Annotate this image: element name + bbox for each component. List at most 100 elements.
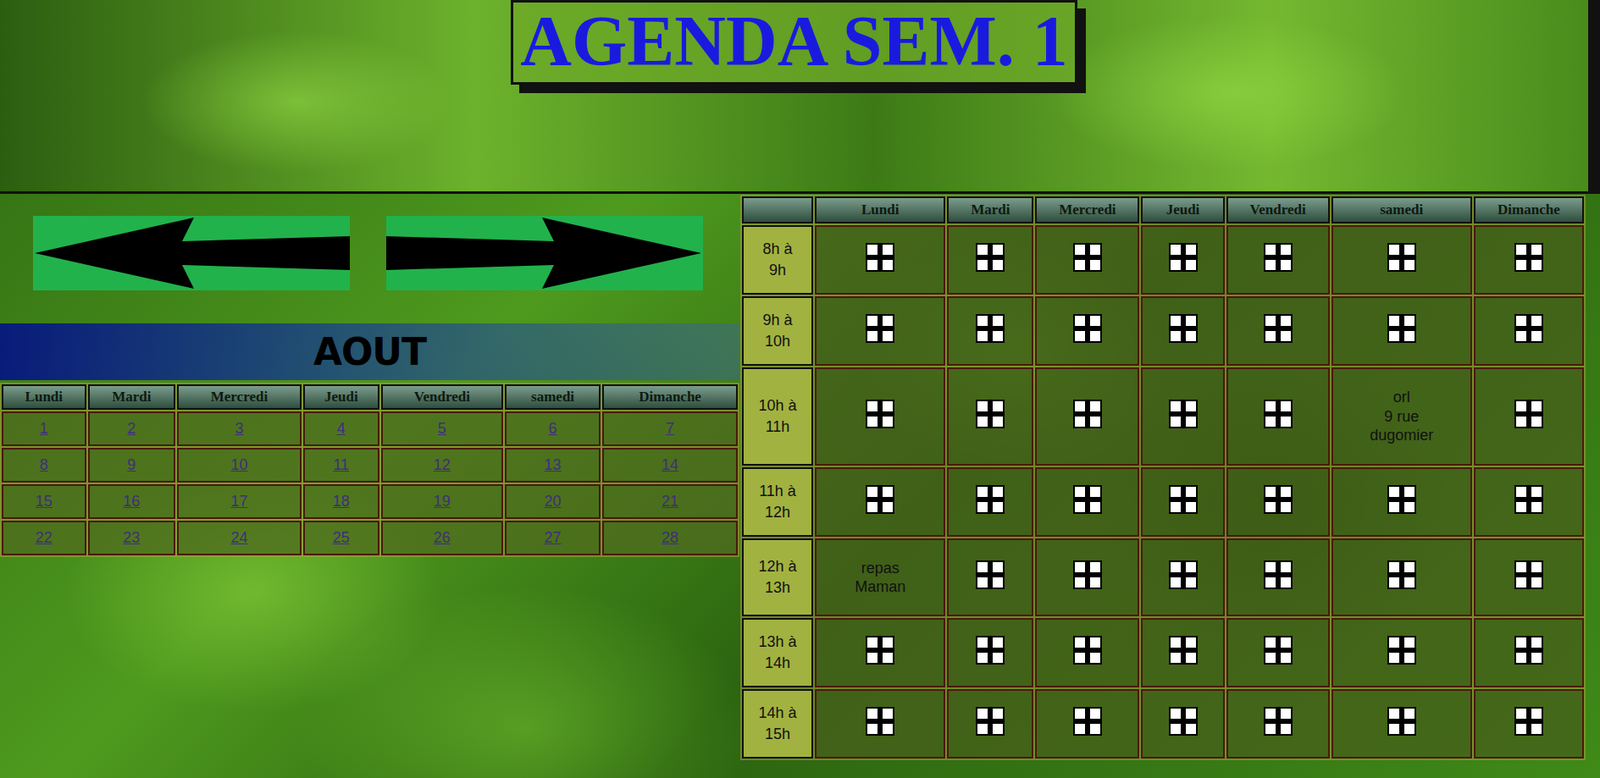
add-slot-button[interactable] [975, 314, 1005, 344]
day-link[interactable]: 10 [230, 456, 248, 474]
day-link[interactable]: 25 [332, 529, 350, 547]
add-slot-button[interactable] [1263, 399, 1293, 429]
day-link[interactable]: 9 [127, 456, 136, 474]
next-button[interactable] [386, 215, 704, 291]
day-link[interactable]: 27 [544, 529, 562, 547]
add-slot-button[interactable] [865, 636, 895, 665]
day-link[interactable]: 24 [230, 529, 248, 547]
day-link[interactable]: 8 [39, 456, 49, 474]
add-slot-button[interactable] [1263, 707, 1293, 737]
add-slot-button[interactable] [1073, 707, 1102, 737]
agenda-cell [946, 296, 1034, 366]
day-cell: 27 [504, 520, 601, 556]
day-link[interactable]: 26 [433, 529, 451, 547]
day-link[interactable]: 19 [433, 492, 451, 510]
add-slot-button[interactable] [1387, 314, 1417, 344]
day-link[interactable]: 12 [433, 456, 451, 474]
add-slot-button[interactable] [1263, 636, 1293, 665]
add-slot-button[interactable] [1387, 485, 1417, 515]
day-link[interactable]: 23 [122, 529, 140, 547]
add-slot-button[interactable] [975, 636, 1005, 665]
add-slot-button[interactable] [1514, 314, 1544, 344]
add-slot-button[interactable] [1263, 243, 1293, 272]
add-slot-button[interactable] [1387, 707, 1417, 737]
time-cell: 13h à 14h [741, 618, 814, 688]
previous-button[interactable] [33, 215, 350, 291]
agenda-cell [1473, 296, 1584, 366]
weekday-header: Jeudi [303, 384, 380, 410]
add-slot-button[interactable] [975, 485, 1005, 515]
add-slot-button[interactable] [1387, 636, 1417, 665]
add-slot-button[interactable] [1073, 314, 1102, 344]
add-slot-button[interactable] [1168, 707, 1198, 737]
add-slot-button[interactable] [865, 399, 895, 429]
plus-icon [975, 636, 1005, 665]
agenda-cell [946, 225, 1034, 295]
day-link[interactable]: 21 [661, 492, 679, 510]
add-slot-button[interactable] [1514, 243, 1544, 272]
add-slot-button[interactable] [975, 399, 1005, 429]
day-link[interactable]: 15 [35, 492, 53, 510]
day-link[interactable]: 5 [437, 420, 447, 438]
agenda-cell [1140, 367, 1224, 466]
appointment-note[interactable]: orl9 ruedugomier [1333, 384, 1471, 449]
day-cell: 15 [1, 484, 87, 520]
agenda-cell [1140, 689, 1224, 759]
add-slot-button[interactable] [1514, 399, 1544, 429]
agenda-cell [1226, 296, 1330, 366]
day-link[interactable]: 14 [661, 456, 679, 474]
add-slot-button[interactable] [1263, 485, 1293, 515]
day-link[interactable]: 11 [332, 456, 349, 474]
day-link[interactable]: 18 [332, 492, 350, 510]
plus-icon [975, 399, 1005, 429]
add-slot-button[interactable] [865, 243, 895, 272]
add-slot-button[interactable] [865, 485, 895, 515]
add-slot-button[interactable] [1263, 314, 1293, 344]
agenda-cell [1331, 618, 1473, 688]
day-link[interactable]: 2 [127, 420, 136, 438]
day-cell: 16 [88, 484, 176, 520]
add-slot-button[interactable] [1073, 636, 1102, 665]
day-link[interactable]: 17 [230, 492, 248, 510]
add-slot-button[interactable] [1168, 314, 1198, 344]
add-slot-button[interactable] [865, 707, 895, 737]
add-slot-button[interactable] [1514, 560, 1544, 590]
day-link[interactable]: 22 [35, 529, 53, 547]
add-slot-button[interactable] [975, 707, 1005, 737]
agenda-cell [946, 467, 1034, 538]
add-slot-button[interactable] [865, 314, 895, 344]
day-cell: 22 [1, 520, 87, 556]
plus-icon [1073, 560, 1102, 590]
appointment-note[interactable]: repasMaman [816, 555, 944, 601]
weekday-header: Dimanche [602, 384, 738, 410]
day-link[interactable]: 4 [337, 420, 346, 438]
add-slot-button[interactable] [975, 560, 1005, 590]
add-slot-button[interactable] [1073, 243, 1102, 272]
day-link[interactable]: 7 [665, 420, 675, 438]
day-link[interactable]: 3 [234, 420, 244, 438]
add-slot-button[interactable] [1073, 560, 1102, 590]
day-link[interactable]: 20 [544, 492, 562, 510]
add-slot-button[interactable] [1168, 485, 1198, 515]
add-slot-button[interactable] [1168, 636, 1198, 665]
add-slot-button[interactable] [1073, 485, 1102, 515]
add-slot-button[interactable] [1168, 399, 1198, 429]
day-link[interactable]: 6 [548, 420, 558, 438]
add-slot-button[interactable] [975, 243, 1005, 272]
add-slot-button[interactable] [1168, 243, 1198, 272]
add-slot-button[interactable] [1514, 636, 1544, 665]
day-cell: 24 [177, 520, 302, 556]
day-link[interactable]: 16 [122, 492, 140, 510]
add-slot-button[interactable] [1387, 560, 1417, 590]
plus-icon [1263, 399, 1293, 429]
add-slot-button[interactable] [1073, 399, 1102, 429]
add-slot-button[interactable] [1387, 243, 1417, 272]
add-slot-button[interactable] [1168, 560, 1198, 590]
add-slot-button[interactable] [1514, 707, 1544, 737]
day-link[interactable]: 28 [661, 529, 679, 547]
add-slot-button[interactable] [1263, 560, 1293, 590]
plus-icon [1387, 560, 1417, 590]
add-slot-button[interactable] [1514, 485, 1544, 515]
day-link[interactable]: 13 [544, 456, 562, 474]
day-link[interactable]: 1 [39, 420, 49, 438]
